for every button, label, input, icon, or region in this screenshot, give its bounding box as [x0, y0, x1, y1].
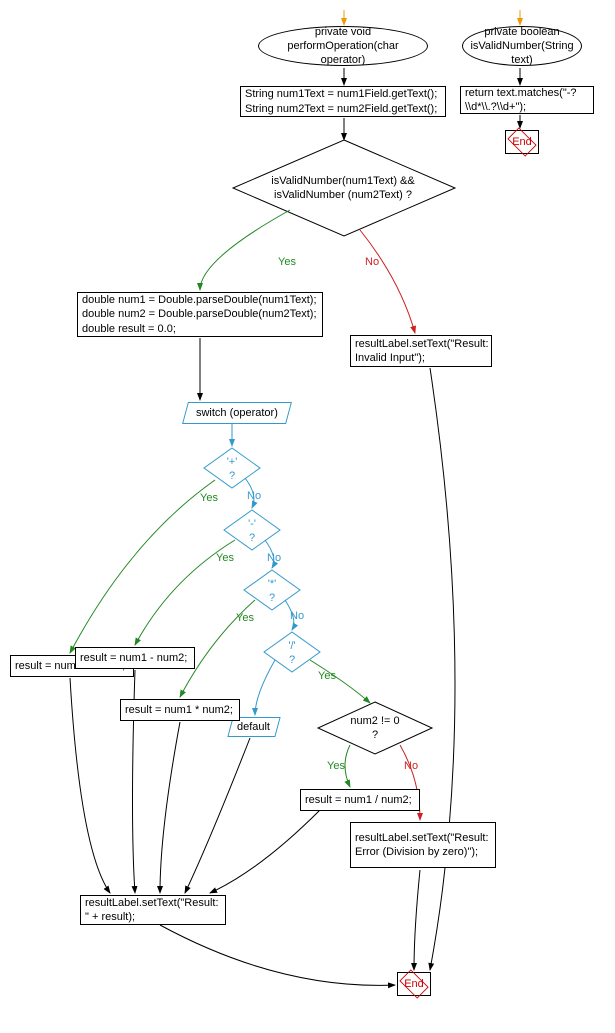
label-yes-zero: Yes	[325, 760, 347, 772]
case-minus: '-' ?	[240, 524, 264, 538]
label-no-zero: No	[402, 760, 420, 772]
case-star: '*' ?	[260, 584, 284, 598]
case-plus: '+' ?	[220, 462, 244, 476]
label-no-plus: No	[245, 490, 263, 502]
stmt-matches-label: return text.matches("-?\\d*\\.?\\d+");	[465, 86, 589, 115]
label-yes-minus: Yes	[214, 552, 236, 564]
case-slash-label: '/' ?	[284, 639, 300, 668]
label-no-star: No	[288, 610, 306, 622]
case-default-label: default	[237, 720, 270, 734]
stmt-sub-label: result = num1 - num2;	[80, 651, 187, 665]
stmt-matches: return text.matches("-?\\d*\\.?\\d+");	[460, 86, 594, 114]
stmt-divzero-label: resultLabel.setText("Result: Error (Divi…	[355, 831, 491, 860]
decision-zero-label: num2 != 0 ?	[347, 714, 403, 743]
start1-label: private void performOperation(char opera…	[269, 25, 417, 68]
case-star-label: '*' ?	[264, 577, 280, 606]
label-no-valid: No	[363, 256, 381, 268]
end1-label: End	[404, 977, 424, 991]
stmt-sub: result = num1 - num2;	[75, 647, 195, 669]
stmt-get-text-label: String num1Text = num1Field.getText(); S…	[245, 87, 437, 116]
start-is-valid-number: private boolean isValidNumber(String tex…	[462, 26, 582, 66]
label-yes-valid: Yes	[276, 256, 298, 268]
stmt-result-label: resultLabel.setText("Result: " + result)…	[85, 896, 221, 925]
stmt-invalid-label: resultLabel.setText("Result: Invalid Inp…	[355, 337, 489, 366]
switch-operator: switch (operator)	[182, 402, 292, 424]
decision-valid: isValidNumber(num1Text) && isValidNumber…	[263, 160, 423, 216]
end2-label: End	[512, 135, 532, 149]
stmt-div-label: result = num1 / num2;	[305, 793, 412, 807]
case-minus-label: '-' ?	[244, 517, 260, 546]
stmt-invalid: resultLabel.setText("Result: Invalid Inp…	[350, 335, 492, 367]
stmt-mul-label: result = num1 * num2;	[125, 703, 233, 717]
stmt-mul: result = num1 * num2;	[120, 699, 240, 721]
label-yes-star: Yes	[234, 612, 256, 624]
label-no-minus: No	[265, 552, 283, 564]
stmt-div: result = num1 / num2;	[300, 789, 420, 811]
stmt-parse-label: double num1 = Double.parseDouble(num1Tex…	[82, 293, 317, 336]
end-node-1: End	[397, 972, 431, 996]
label-yes-plus: Yes	[198, 492, 220, 504]
case-slash: '/' ?	[280, 646, 304, 660]
stmt-parse: double num1 = Double.parseDouble(num1Tex…	[77, 292, 323, 337]
decision-zero: num2 != 0 ?	[343, 721, 407, 735]
stmt-result: resultLabel.setText("Result: " + result)…	[80, 895, 226, 925]
stmt-divzero: resultLabel.setText("Result: Error (Divi…	[350, 822, 496, 868]
label-yes-slash: Yes	[316, 670, 338, 682]
decision-valid-label: isValidNumber(num1Text) && isValidNumber…	[267, 174, 419, 203]
end-node-2: End	[505, 130, 539, 154]
stmt-get-text: String num1Text = num1Field.getText(); S…	[240, 86, 446, 117]
start2-label: private boolean isValidNumber(String tex…	[470, 25, 573, 68]
start-perform-operation: private void performOperation(char opera…	[258, 26, 428, 66]
switch-label: switch (operator)	[196, 406, 278, 420]
case-plus-label: '+' ?	[224, 455, 240, 484]
